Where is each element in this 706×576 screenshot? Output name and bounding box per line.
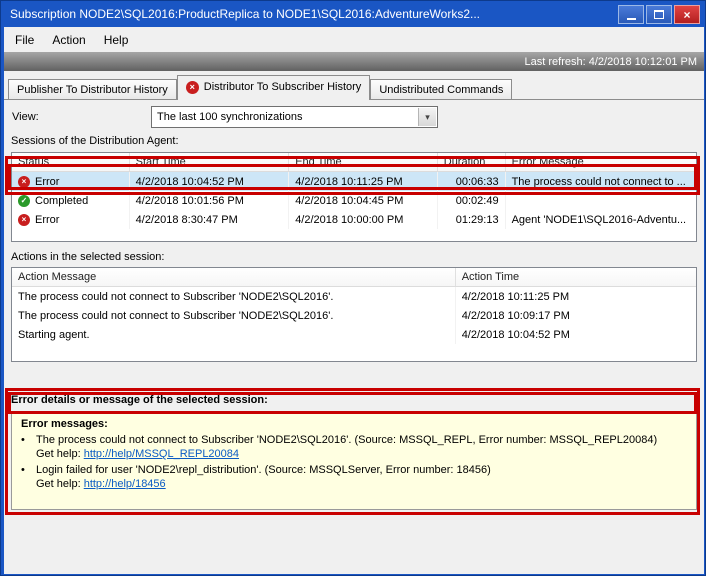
tab-publisher-to-distributor-history[interactable]: Publisher To Distributor History (8, 79, 177, 99)
minimize-icon (627, 18, 636, 20)
action-row[interactable]: The process could not connect to Subscri… (12, 287, 696, 306)
status-cell: × Error (12, 172, 130, 191)
action-row[interactable]: Starting agent. 4/2/2018 10:04:52 PM (12, 325, 696, 344)
session-row[interactable]: × Error 4/2/2018 10:04:52 PM 4/2/2018 10… (12, 172, 696, 191)
end-time-cell: 4/2/2018 10:00:00 PM (289, 210, 438, 229)
error-messages-heading: Error messages: (21, 417, 687, 431)
get-help-label: Get help: (36, 478, 81, 490)
column-header-end-time[interactable]: End Time (289, 153, 438, 171)
sessions-table-header: Status Start Time End Time Duration Erro… (12, 153, 696, 172)
subscription-window: Subscription NODE2\SQL2016:ProductReplic… (0, 0, 706, 576)
column-header-start-time[interactable]: Start Time (130, 153, 290, 171)
view-label: View: (12, 111, 39, 123)
action-message-cell: Starting agent. (12, 325, 456, 344)
column-header-duration[interactable]: Duration (438, 153, 506, 171)
minimize-button[interactable] (618, 5, 644, 24)
bullet-icon (21, 463, 36, 491)
session-row[interactable]: ✓ Completed 4/2/2018 10:01:56 PM 4/2/201… (12, 191, 696, 210)
menu-action[interactable]: Action (43, 29, 94, 51)
error-message-cell: Agent 'NODE1\SQL2016-Adventu... (506, 210, 696, 229)
get-help-label: Get help: (36, 448, 81, 460)
title-bar[interactable]: Subscription NODE2\SQL2016:ProductReplic… (1, 1, 705, 27)
menu-help[interactable]: Help (95, 29, 138, 51)
error-icon: × (186, 81, 199, 94)
view-dropdown[interactable]: The last 100 synchronizations ▾ (151, 106, 438, 128)
error-details-panel: Error messages: The process could not co… (11, 411, 697, 510)
actions-table: Action Message Action Time The process c… (11, 267, 697, 362)
tab-strip: Publisher To Distributor History × Distr… (8, 75, 512, 100)
tab-label: Publisher To Distributor History (17, 84, 168, 96)
error-details-label: Error details or message of the selected… (11, 394, 268, 406)
error-message-item: The process could not connect to Subscri… (21, 433, 687, 461)
start-time-cell: 4/2/2018 10:04:52 PM (130, 172, 290, 191)
actions-section-label: Actions in the selected session: (11, 251, 164, 263)
end-time-cell: 4/2/2018 10:11:25 PM (289, 172, 438, 191)
column-header-status[interactable]: Status (12, 153, 130, 171)
column-header-error-message[interactable]: Error Message (506, 153, 696, 171)
client-area: File Action Help Last refresh: 4/2/2018 … (4, 27, 704, 574)
duration-cell: 00:02:49 (438, 191, 506, 210)
error-message-text: Login failed for user 'NODE2\repl_distri… (36, 463, 491, 477)
end-time-cell: 4/2/2018 10:04:45 PM (289, 191, 438, 210)
sessions-section-label: Sessions of the Distribution Agent: (11, 135, 179, 147)
start-time-cell: 4/2/2018 10:01:56 PM (130, 191, 290, 210)
chevron-down-icon[interactable]: ▾ (418, 108, 436, 126)
tab-label: Undistributed Commands (379, 84, 503, 96)
maximize-button[interactable] (646, 5, 672, 24)
action-row[interactable]: The process could not connect to Subscri… (12, 306, 696, 325)
error-message-text: The process could not connect to Subscri… (36, 433, 657, 447)
window-title: Subscription NODE2\SQL2016:ProductReplic… (10, 7, 480, 21)
tab-label: Distributor To Subscriber History (204, 81, 362, 93)
refresh-status-bar: Last refresh: 4/2/2018 10:12:01 PM (4, 52, 704, 71)
start-time-cell: 4/2/2018 8:30:47 PM (130, 210, 290, 229)
error-message-cell: The process could not connect to ... (506, 172, 696, 191)
duration-cell: 00:06:33 (438, 172, 506, 191)
error-status-icon: × (18, 214, 30, 226)
sessions-table: Status Start Time End Time Duration Erro… (11, 152, 697, 242)
column-header-action-message[interactable]: Action Message (12, 268, 456, 286)
close-icon: × (683, 8, 690, 22)
menu-bar: File Action Help (4, 27, 704, 52)
completed-status-icon: ✓ (18, 195, 30, 207)
help-link[interactable]: http://help/MSSQL_REPL20084 (84, 448, 239, 460)
action-message-cell: The process could not connect to Subscri… (12, 287, 456, 306)
action-time-cell: 4/2/2018 10:04:52 PM (456, 325, 696, 344)
actions-table-header: Action Message Action Time (12, 268, 696, 287)
error-status-icon: × (18, 176, 30, 188)
error-message-cell (506, 191, 696, 210)
duration-cell: 01:29:13 (438, 210, 506, 229)
column-header-action-time[interactable]: Action Time (456, 268, 696, 286)
bullet-icon (21, 433, 36, 461)
last-refresh-text: Last refresh: 4/2/2018 10:12:01 PM (525, 56, 697, 68)
tab-distributor-to-subscriber-history[interactable]: × Distributor To Subscriber History (177, 75, 371, 100)
action-time-cell: 4/2/2018 10:09:17 PM (456, 306, 696, 325)
status-cell: ✓ Completed (12, 191, 130, 210)
action-message-cell: The process could not connect to Subscri… (12, 306, 456, 325)
menu-file[interactable]: File (6, 29, 43, 51)
help-link[interactable]: http://help/18456 (84, 478, 166, 490)
action-time-cell: 4/2/2018 10:11:25 PM (456, 287, 696, 306)
close-button[interactable]: × (674, 5, 700, 24)
window-controls: × (618, 5, 700, 24)
session-row[interactable]: × Error 4/2/2018 8:30:47 PM 4/2/2018 10:… (12, 210, 696, 229)
maximize-icon (654, 10, 664, 19)
status-cell: × Error (12, 210, 130, 229)
error-message-item: Login failed for user 'NODE2\repl_distri… (21, 463, 687, 491)
tab-undistributed-commands[interactable]: Undistributed Commands (370, 79, 512, 99)
view-dropdown-value: The last 100 synchronizations (157, 111, 303, 123)
